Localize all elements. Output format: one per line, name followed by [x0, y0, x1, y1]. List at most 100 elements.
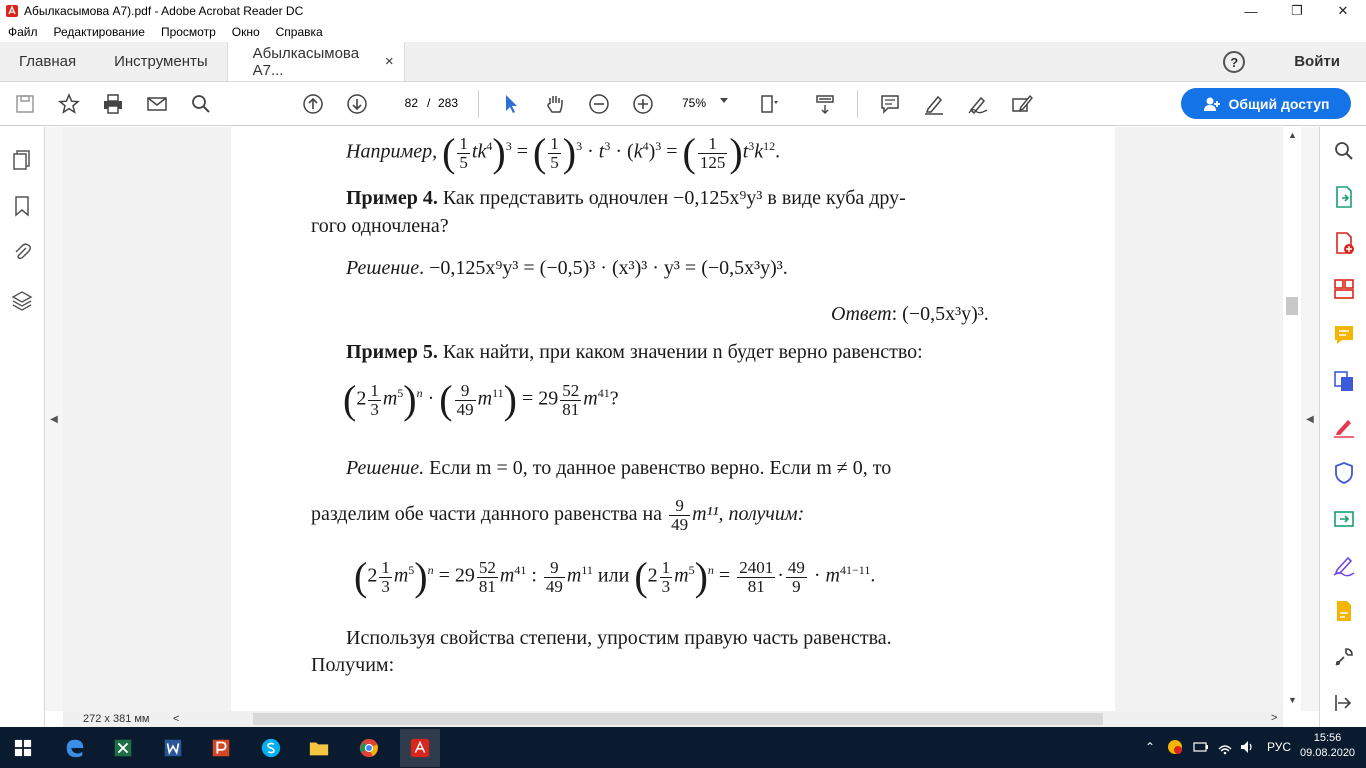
fill-sign-icon[interactable]: [1010, 93, 1034, 115]
left-panel-toggle[interactable]: ◀: [45, 127, 63, 711]
powerpoint-icon[interactable]: [206, 733, 236, 763]
help-icon[interactable]: ?: [1223, 51, 1246, 73]
toolbar-divider: [857, 90, 858, 118]
restore-button[interactable]: ❐: [1274, 0, 1320, 22]
tab-close-icon[interactable]: ×: [385, 53, 394, 70]
export-arrow-icon[interactable]: [1332, 691, 1356, 715]
minimize-button[interactable]: —: [1228, 0, 1274, 22]
menu-window[interactable]: Окно: [228, 25, 260, 39]
find-icon[interactable]: [189, 93, 213, 115]
send-for-review-icon[interactable]: [1332, 507, 1356, 531]
get-line: Получим:: [311, 654, 395, 676]
zoom-out-icon[interactable]: [587, 93, 611, 115]
organize-pages-icon[interactable]: [1332, 277, 1356, 301]
chrome-icon[interactable]: [354, 733, 384, 763]
tray-overflow-icon[interactable]: ⌃: [1145, 740, 1155, 754]
sign-icon[interactable]: [966, 93, 990, 115]
star-icon[interactable]: [57, 93, 81, 115]
tab-bar: Главная Инструменты Абылкасымова А7... ×…: [0, 42, 1366, 82]
clock[interactable]: 15:56 09.08.2020: [1300, 731, 1355, 761]
scroll-down-arrow[interactable]: ▼: [1288, 695, 1297, 705]
example4-text: Как представить одночлен −0,125x⁹y³ в ви…: [437, 187, 906, 209]
battery-icon[interactable]: [1193, 740, 1209, 754]
save-icon[interactable]: [13, 93, 37, 115]
example5-text: Как найти, при каком значении n будет ве…: [437, 341, 923, 363]
page-display-icon[interactable]: [757, 93, 781, 115]
solution4-label: Решение: [346, 257, 420, 279]
comment-icon[interactable]: [878, 93, 902, 115]
share-button[interactable]: Общий доступ: [1181, 88, 1351, 119]
word-icon[interactable]: [158, 733, 188, 763]
clock-date: 09.08.2020: [1300, 747, 1356, 759]
scroll-left-arrow[interactable]: <: [173, 713, 183, 725]
send-for-signature-icon[interactable]: [1332, 599, 1356, 623]
solution5-line: Решение. Если m = 0, то данное равенство…: [346, 457, 891, 480]
page-thumbnails-icon[interactable]: [11, 149, 33, 171]
horizontal-scrollbar-thumb[interactable]: [253, 713, 1103, 725]
fill-and-sign-icon[interactable]: [1332, 553, 1356, 577]
menu-edit[interactable]: Редактирование: [50, 25, 145, 39]
highlight-icon[interactable]: [922, 93, 946, 115]
menu-view[interactable]: Просмотр: [157, 25, 216, 39]
tab-document[interactable]: Абылкасымова А7... ×: [226, 42, 405, 81]
window-title: Абылкасымова А7).pdf - Adobe Acrobat Rea…: [24, 4, 304, 18]
hand-tool-icon[interactable]: [543, 93, 567, 115]
example5-equation: (2 1 3 m5)n · (9 49 m11) = 29 52 81 m41?: [343, 377, 619, 422]
pdf-page: Например, (1 5 tk4)3 = (1 5)3 · t3 · (k4)3 …: [231, 127, 1115, 711]
attachments-icon[interactable]: [11, 241, 33, 263]
zoom-dropdown-icon[interactable]: [720, 98, 728, 103]
scroll-thumb[interactable]: [1286, 297, 1298, 315]
file-explorer-icon[interactable]: [304, 733, 334, 763]
add-user-icon: [1203, 97, 1220, 111]
protect-icon[interactable]: [1332, 461, 1356, 485]
tab-tools[interactable]: Инструменты: [95, 42, 227, 81]
right-panel-toggle[interactable]: ◀: [1301, 127, 1319, 711]
print-icon[interactable]: [101, 93, 125, 115]
clock-time: 15:56: [1313, 732, 1342, 744]
combine-files-icon[interactable]: [1332, 369, 1356, 393]
scroll-mode-icon[interactable]: [813, 93, 837, 115]
zoom-search-icon[interactable]: [1332, 139, 1356, 163]
wifi-icon[interactable]: [1217, 739, 1233, 755]
create-pdf-icon[interactable]: [1332, 231, 1356, 255]
layers-icon[interactable]: [11, 290, 33, 312]
answer-line: Ответ: (−0,5x³y)³.: [831, 303, 989, 326]
bookmark-icon[interactable]: [11, 195, 33, 217]
zoom-level[interactable]: 75%: [682, 96, 706, 110]
comment-tool-icon[interactable]: [1332, 323, 1356, 347]
answer-label: Ответ: [831, 303, 892, 325]
prev-page-icon[interactable]: [301, 93, 325, 115]
example4-title: Пример 4.: [346, 187, 438, 209]
network-status-icon[interactable]: [1167, 739, 1183, 755]
next-page-icon[interactable]: [345, 93, 369, 115]
skype-icon[interactable]: [256, 733, 286, 763]
menu-file[interactable]: Файл: [4, 25, 38, 39]
windows-start-icon[interactable]: [8, 733, 38, 763]
page-number-input[interactable]: 82: [386, 92, 422, 114]
menu-bar: Файл Редактирование Просмотр Окно Справк…: [0, 22, 1366, 42]
example-prefix: Например,: [346, 140, 438, 163]
scroll-up-arrow[interactable]: ▲: [1288, 130, 1297, 140]
vertical-scrollbar[interactable]: ▲ ▼: [1283, 127, 1301, 711]
close-button[interactable]: ✕: [1320, 0, 1366, 22]
email-icon[interactable]: [145, 93, 169, 115]
tab-home[interactable]: Главная: [0, 42, 95, 81]
edge-browser-icon[interactable]: [60, 733, 90, 763]
signin-button[interactable]: Войти: [1275, 42, 1366, 81]
toolbar: 82 / 283 75% Общий доступ: [0, 82, 1366, 126]
language-indicator[interactable]: РУС: [1267, 740, 1291, 754]
volume-icon[interactable]: [1239, 739, 1255, 755]
more-tools-icon[interactable]: [1332, 645, 1356, 669]
zoom-in-icon[interactable]: [631, 93, 655, 115]
solution4-text: . −0,125x⁹y³ = (−0,5)³ · (x³)³ · y³ = (−…: [419, 257, 788, 279]
document-viewport[interactable]: Например, (1 5 tk4)3 = (1 5)3 · t3 · (k4)3 …: [63, 127, 1283, 711]
acrobat-taskbar-icon[interactable]: [400, 729, 440, 767]
excel-icon[interactable]: [108, 733, 138, 763]
edit-pdf-icon[interactable]: [1332, 415, 1356, 439]
example5-title: Пример 5.: [346, 341, 438, 363]
title-bar: Абылкасымова А7).pdf - Adobe Acrobat Rea…: [0, 0, 1366, 22]
scroll-right-arrow[interactable]: >: [1271, 712, 1277, 724]
menu-help[interactable]: Справка: [272, 25, 323, 39]
export-pdf-icon[interactable]: [1332, 185, 1356, 209]
select-tool-icon[interactable]: [499, 93, 523, 115]
